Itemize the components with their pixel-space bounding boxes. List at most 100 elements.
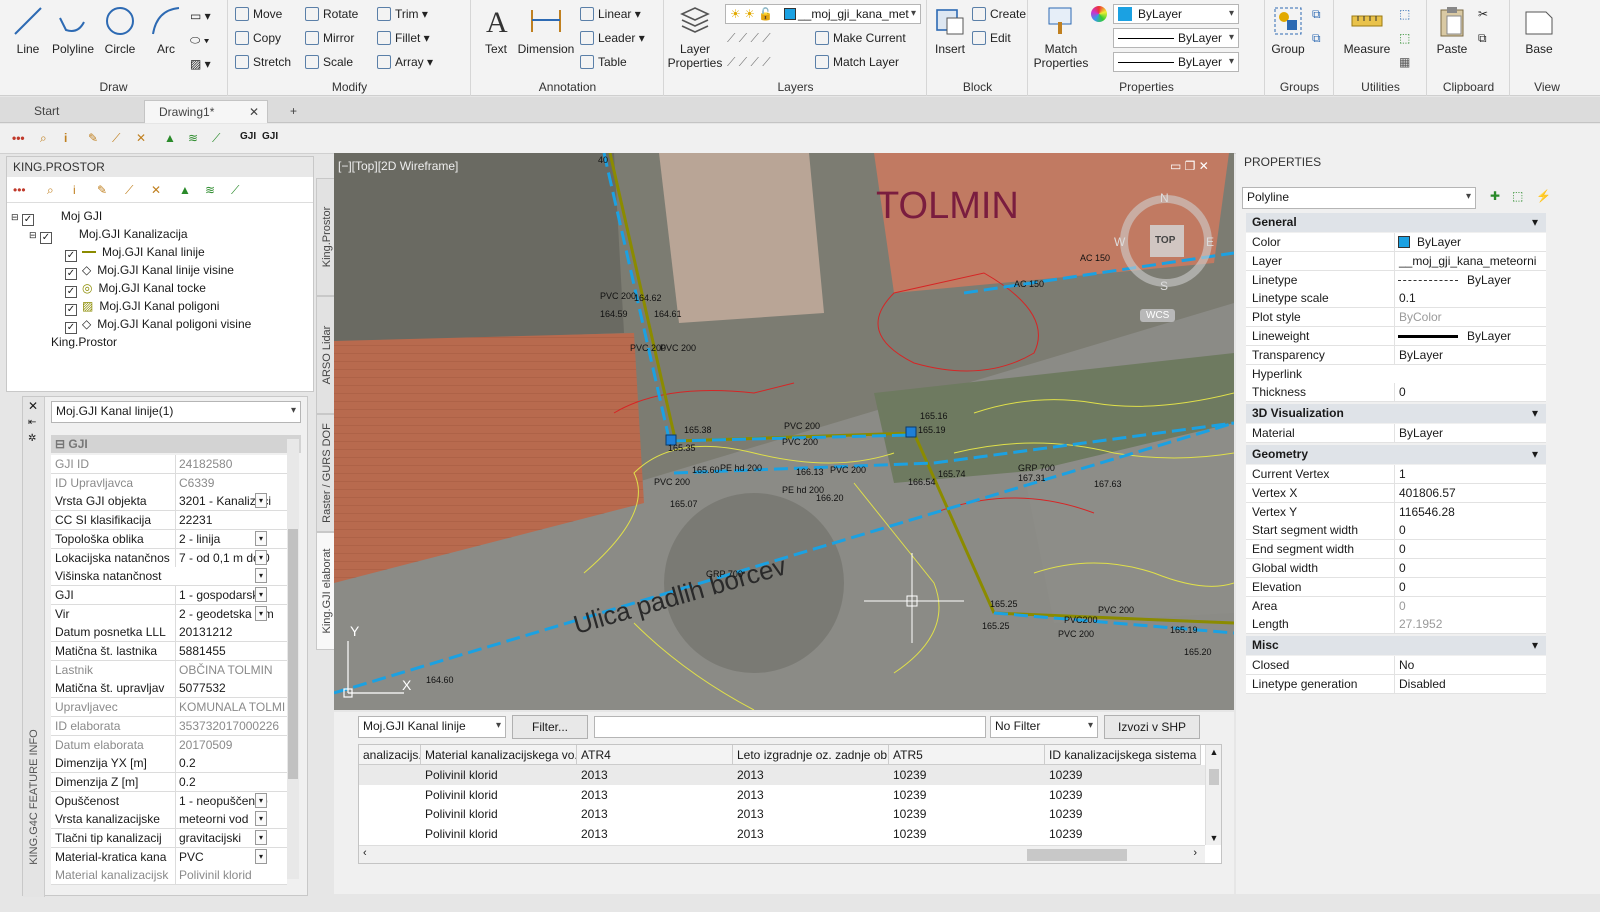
text-button[interactable]: A Text	[476, 4, 516, 56]
rectangle-icon[interactable]: ▭ ▾	[190, 6, 211, 26]
tree-kanal-linije[interactable]: ✓ Moj.GJI Kanal linije	[65, 243, 205, 262]
close-tab-icon[interactable]: ✕	[249, 101, 259, 123]
property-value[interactable]: ByLayer	[1394, 424, 1544, 444]
property-value[interactable]: 1	[1394, 465, 1544, 484]
circle-button[interactable]: Circle	[100, 4, 140, 56]
group-button[interactable]: Group	[1268, 4, 1308, 56]
table-cell[interactable]	[359, 804, 421, 824]
table-cell[interactable]	[359, 765, 421, 785]
groups-panel-label[interactable]: Groups	[1266, 80, 1333, 94]
property-value[interactable]: __moj_gji_kana_meteorni	[1394, 251, 1544, 271]
attribute-value[interactable]: 5077532	[175, 679, 285, 698]
panel-search-icon[interactable]: ⌕	[47, 183, 63, 199]
column-header[interactable]: analizacijs...	[359, 745, 421, 765]
close-panel-icon[interactable]: ✕	[28, 399, 38, 413]
base-view-button[interactable]: Base	[1515, 4, 1563, 56]
column-header[interactable]: ID kanalizacijskega sistema	[1045, 745, 1201, 765]
lineweight-dropdown[interactable]: ByLayer	[1113, 52, 1239, 72]
attribute-value[interactable]: OBČINA TOLMIN	[175, 660, 285, 679]
property-value[interactable]: 116546.28	[1394, 502, 1544, 522]
copy-button[interactable]: Copy	[235, 28, 281, 48]
feature-attribute-row[interactable]: Dimenzija YX [m] 0.2	[51, 754, 287, 774]
property-row[interactable]: Closed No	[1246, 656, 1546, 676]
table-cell[interactable]	[359, 785, 421, 805]
property-row[interactable]: Material ByLayer	[1246, 424, 1546, 444]
feature-attribute-row[interactable]: Višinska natančnost ▾	[51, 567, 287, 587]
attribute-value[interactable]: 2 - geodetska izm	[175, 604, 285, 623]
scroll-up-icon[interactable]: ▲	[1206, 747, 1222, 757]
drawing-viewport[interactable]: [−][Top][2D Wireframe] ▭ ❐ ✕ TOLMIN Ulic…	[334, 153, 1234, 710]
table-cell[interactable]: 10239	[889, 765, 1045, 785]
attribute-value[interactable]: 0.2	[175, 772, 285, 791]
scroll-left-icon[interactable]: ‹	[363, 847, 367, 859]
feature-attribute-row[interactable]: Material-kratica kana PVC ▾	[51, 847, 287, 867]
scroll-thumb[interactable]	[288, 529, 298, 779]
tree-kanal-poligoni-visine[interactable]: ✓ ◇ Moj.GJI Kanal poligoni visine	[65, 315, 251, 334]
attribute-value[interactable]: 3201 - Kanalizaci	[175, 492, 285, 511]
property-row[interactable]: Color ByLayer	[1246, 233, 1546, 252]
property-value[interactable]: 0	[1394, 383, 1544, 403]
feature-attribute-row[interactable]: Datum posnetka LLL 20131212	[51, 623, 287, 643]
feature-attribute-row[interactable]: GJI 1 - gospodarska ▾	[51, 585, 287, 605]
feature-attribute-row[interactable]: Vrsta GJI objekta 3201 - Kanalizaci ▾	[51, 492, 287, 512]
property-row[interactable]: Linetype ByLayer	[1246, 270, 1546, 290]
table-row[interactable]: Polivinil klorid 2013 2013 10239 10239	[359, 785, 1205, 805]
property-row[interactable]: Start segment width 0	[1246, 521, 1546, 541]
search-icon[interactable]: ⌕	[40, 131, 56, 147]
table-cell[interactable]: 10239	[1045, 804, 1201, 824]
layers-panel-label[interactable]: Layers	[665, 80, 926, 94]
attribute-value[interactable]: gravitacijski	[175, 829, 285, 847]
property-row[interactable]: Plot style ByColor	[1246, 308, 1546, 328]
quick-select-icon[interactable]: ⬚	[1399, 4, 1410, 24]
filter-button[interactable]: Filter...	[512, 715, 588, 739]
filter-input[interactable]	[594, 716, 986, 738]
ungroup-icon[interactable]: ⧉	[1312, 4, 1321, 24]
table-cell[interactable]: 10239	[1045, 824, 1201, 844]
paste-button[interactable]: Paste	[1432, 4, 1472, 56]
terrain-icon[interactable]: ▲	[164, 131, 180, 147]
insert-button[interactable]: Insert	[930, 4, 970, 56]
stretch-button[interactable]: Stretch	[235, 52, 291, 72]
feature-attribute-row[interactable]: Vir 2 - geodetska izm ▾	[51, 604, 287, 624]
property-value[interactable]: ByColor	[1394, 308, 1544, 328]
panel-edit-icon[interactable]: ⟋	[125, 183, 141, 199]
settings-icon[interactable]: ✲	[28, 433, 36, 444]
grip-vertex[interactable]	[905, 426, 917, 438]
dropdown-arrow-icon[interactable]: ▾	[255, 493, 267, 509]
table-cell[interactable]: 2013	[733, 824, 889, 844]
viewcube-top-face[interactable]: TOP	[1155, 235, 1175, 246]
tree-kanal-poligoni[interactable]: ✓ ▨ Moj.GJI Kanal poligoni	[65, 297, 219, 316]
table-cell[interactable]: 2013	[733, 804, 889, 824]
property-value[interactable]: 0	[1394, 540, 1544, 560]
measure-button[interactable]: Measure	[1339, 4, 1395, 56]
color-dropdown[interactable]: ByLayer	[1113, 4, 1239, 24]
property-row[interactable]: Linetype generation Disabled	[1246, 675, 1546, 694]
feature-attribute-row[interactable]: Material kanalizacijsk Polivinil klorid	[51, 866, 287, 886]
attribute-value[interactable]: 2 - linija	[175, 529, 285, 548]
block-panel-label[interactable]: Block	[928, 80, 1027, 94]
polyline-button[interactable]: Polyline	[48, 4, 98, 56]
panel-erase-icon[interactable]: ✕	[151, 183, 167, 199]
grid-hscrollbar[interactable]: ‹ ›	[359, 845, 1205, 863]
table-cell[interactable]: Polivinil klorid	[421, 804, 577, 824]
feature-attribute-row[interactable]: Dimenzija Z [m] 0.2	[51, 772, 287, 792]
wcs-menu[interactable]: WCS	[1140, 309, 1176, 322]
arc-button[interactable]: Arc	[146, 4, 186, 56]
table-cell[interactable]	[359, 824, 421, 844]
feature-attribute-row[interactable]: Datum elaborata 20170509	[51, 735, 287, 755]
attribute-value[interactable]: C6339	[175, 473, 285, 492]
attribute-value[interactable]: 0.2	[175, 754, 285, 773]
gji-export-icon[interactable]: GJI	[262, 131, 278, 147]
attribute-value[interactable]: meteorni vod	[175, 810, 285, 829]
feature-attribute-row[interactable]: Matična št. lastnika 5881455	[51, 642, 287, 661]
property-row[interactable]: Current Vertex 1	[1246, 465, 1546, 484]
layer-dropdown[interactable]: ☀ ☀ 🔓 __moj_gji_kana_met	[725, 4, 921, 24]
utilities-panel-label[interactable]: Utilities	[1335, 80, 1426, 94]
feature-attribute-row[interactable]: Lokacijska natančnos 7 - od 0,1 m do 0 ▾	[51, 548, 287, 568]
attribute-value[interactable]: 1 - neopuščeni o	[175, 791, 285, 810]
property-value[interactable]: 401806.57	[1394, 483, 1544, 503]
annotation-panel-label[interactable]: Annotation	[472, 80, 663, 94]
move-button[interactable]: Move	[235, 4, 282, 24]
grid-vscrollbar[interactable]: ▲ ▼	[1205, 745, 1221, 845]
rotate-button[interactable]: Rotate	[305, 4, 358, 24]
